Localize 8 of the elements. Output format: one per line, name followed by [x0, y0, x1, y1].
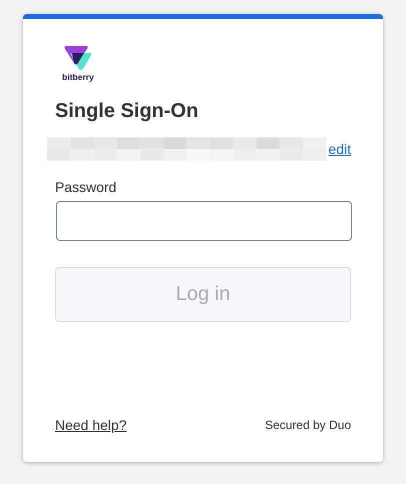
help-link[interactable]: Need help?: [55, 417, 127, 433]
page-title: Single Sign-On: [55, 100, 200, 123]
edit-link[interactable]: edit: [328, 141, 351, 157]
password-label: Password: [55, 179, 118, 195]
password-field[interactable]: [56, 201, 352, 241]
logo-icon: [64, 45, 92, 71]
logo-wordmark: bitberry: [62, 72, 94, 82]
secured-by-text: Secured by Duo: [264, 418, 351, 432]
